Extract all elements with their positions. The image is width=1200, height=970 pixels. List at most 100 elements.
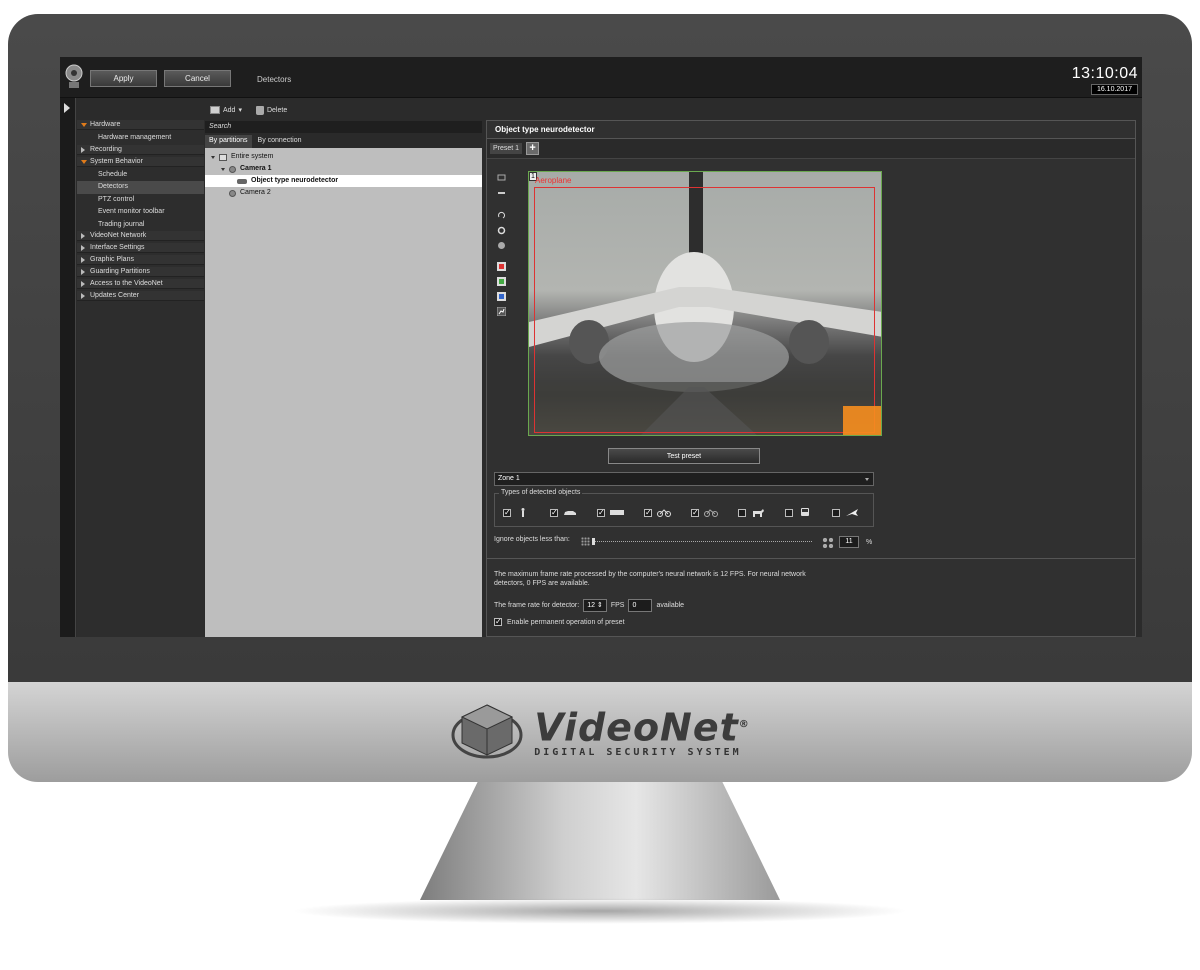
- type-person[interactable]: ✓: [503, 508, 530, 517]
- nav-graphic-plans[interactable]: Graphic Plans: [77, 255, 204, 265]
- tree-item-camera-1[interactable]: Camera 1: [205, 163, 482, 175]
- type-motorcycle[interactable]: ✓: [644, 508, 671, 517]
- zone-class-label: Aeroplane: [535, 176, 572, 185]
- fps-stepper[interactable]: 12 ⇕: [583, 599, 607, 612]
- brand-logo: VideoNet® DIGITAL SECURITY SYSTEM: [450, 701, 750, 763]
- nav-system-behavior[interactable]: System Behavior: [77, 156, 204, 167]
- ignore-size-slider[interactable]: [592, 538, 812, 545]
- expand-arrow-icon[interactable]: [211, 155, 215, 159]
- ignore-size-unit: %: [866, 539, 873, 546]
- nav-hardware-management[interactable]: Hardware management: [77, 132, 204, 145]
- checkbox[interactable]: [738, 508, 746, 517]
- clock-date: 16.10.2017: [1090, 84, 1138, 95]
- nav-event-monitor-toolbar[interactable]: Event monitor toolbar: [77, 206, 204, 219]
- brightness-icon[interactable]: [497, 241, 506, 250]
- cancel-button[interactable]: Cancel: [164, 70, 231, 87]
- add-preset-button[interactable]: +: [526, 142, 540, 155]
- brand-tagline: DIGITAL SECURITY SYSTEM: [534, 746, 742, 758]
- expand-arrow-icon[interactable]: [221, 167, 225, 171]
- chart-icon[interactable]: [496, 306, 507, 317]
- object-tree: Search By partitions By connection Entir…: [205, 121, 482, 637]
- bus-icon: [610, 510, 624, 515]
- dropdown-arrow-icon[interactable]: ▾: [238, 106, 242, 114]
- tree-item-entire-system[interactable]: Entire system: [205, 151, 482, 163]
- checkbox[interactable]: ✓: [550, 508, 558, 517]
- panel-title: Object type neurodetector: [487, 121, 1135, 139]
- app-window: Apply Cancel Detectors 13:10:04 16.10.20…: [60, 57, 1142, 637]
- type-bicycle[interactable]: ✓: [691, 508, 718, 517]
- ring-icon[interactable]: [497, 226, 506, 235]
- rotate-icon[interactable]: [497, 211, 506, 220]
- permanent-operation-row[interactable]: ✓ Enable permanent operation of preset: [494, 618, 625, 626]
- type-train[interactable]: [785, 508, 812, 517]
- blue-color-icon[interactable]: [497, 292, 506, 301]
- small-size-icon: [581, 537, 590, 546]
- resize-handle[interactable]: [843, 406, 881, 435]
- monitor-stand: [420, 782, 780, 900]
- trash-icon: [255, 105, 264, 115]
- nav-detectors[interactable]: Detectors: [77, 181, 204, 194]
- checkbox[interactable]: ✓: [597, 508, 605, 517]
- motorcycle-icon: [657, 509, 671, 517]
- fps-row: The frame rate for detector: 12 ⇕ FPS 0 …: [494, 599, 684, 612]
- clock-time: 13:10:04: [1071, 65, 1138, 82]
- nav-access-videonet[interactable]: Access to the VideoNet: [77, 279, 204, 289]
- object-types-legend: Types of detected objects: [499, 489, 583, 496]
- nav-guarding-partitions[interactable]: Guarding Partitions: [77, 267, 204, 277]
- airplane-icon: [846, 509, 858, 516]
- checkbox[interactable]: ✓: [494, 618, 502, 626]
- tree-item-label: Camera 2: [240, 189, 271, 196]
- tab-by-partitions[interactable]: By partitions: [205, 135, 252, 148]
- tab-preset-1[interactable]: Preset 1: [490, 143, 523, 154]
- nav-ptz-control[interactable]: PTZ control: [77, 194, 204, 207]
- nav-schedule[interactable]: Schedule: [77, 169, 204, 182]
- delete-button[interactable]: Delete: [255, 105, 287, 115]
- checkbox[interactable]: [832, 508, 840, 517]
- tree-item-detector[interactable]: Object type neurodetector: [205, 175, 482, 187]
- rectangle-tool-icon[interactable]: [497, 173, 506, 182]
- tree-toolbar: Add ▾ Delete: [210, 103, 287, 117]
- ignore-size-input[interactable]: 11: [839, 536, 859, 548]
- tree-item-label: Object type neurodetector: [251, 177, 339, 184]
- section-divider: [487, 558, 1135, 559]
- test-preset-button[interactable]: Test preset: [608, 448, 760, 464]
- expand-arrow-icon[interactable]: [64, 103, 70, 113]
- registered-mark: ®: [738, 719, 750, 731]
- fps-unit: FPS: [610, 602, 625, 609]
- type-bus[interactable]: ✓: [597, 508, 624, 517]
- minus-tool-icon[interactable]: [497, 188, 506, 197]
- tree-item-camera-2[interactable]: Camera 2: [205, 187, 482, 199]
- detection-zone[interactable]: [534, 187, 875, 433]
- stand-shadow: [290, 898, 910, 924]
- nav-trading-journal[interactable]: Trading journal: [77, 219, 204, 232]
- checkbox[interactable]: ✓: [503, 508, 511, 517]
- slider-handle[interactable]: [592, 538, 595, 545]
- green-color-icon[interactable]: [497, 277, 506, 286]
- chevron-down-icon[interactable]: [865, 478, 869, 481]
- nav-updates-center[interactable]: Updates Center: [77, 291, 204, 301]
- apply-button[interactable]: Apply: [90, 70, 157, 87]
- large-size-icon: [822, 537, 834, 548]
- add-label: Add: [223, 106, 236, 114]
- zone-tools: [496, 173, 509, 322]
- nav-hardware[interactable]: Hardware: [77, 120, 204, 130]
- zone-select[interactable]: Zone 1: [494, 472, 874, 486]
- checkbox[interactable]: [785, 508, 793, 517]
- type-airplane[interactable]: [832, 508, 859, 517]
- search-input[interactable]: Search: [205, 121, 482, 133]
- nav-interface-settings[interactable]: Interface Settings: [77, 243, 204, 253]
- ignore-label: Ignore objects less than:: [494, 536, 570, 543]
- nav-recording[interactable]: Recording: [77, 144, 204, 155]
- nav-videonet-network[interactable]: VideoNet Network: [77, 231, 204, 241]
- type-dog[interactable]: [738, 508, 765, 517]
- tab-by-connection[interactable]: By connection: [254, 135, 306, 148]
- red-color-icon[interactable]: [497, 262, 506, 271]
- tree-tabs: By partitions By connection: [205, 133, 482, 148]
- type-car[interactable]: ✓: [550, 508, 577, 517]
- camera-preview[interactable]: 1 Aeroplane: [528, 171, 882, 436]
- checkbox[interactable]: ✓: [691, 508, 699, 517]
- add-button[interactable]: Add ▾: [210, 106, 242, 114]
- brand-name-text: VideoNet: [534, 705, 739, 750]
- checkbox[interactable]: ✓: [644, 508, 652, 517]
- collapse-strip[interactable]: [60, 98, 76, 637]
